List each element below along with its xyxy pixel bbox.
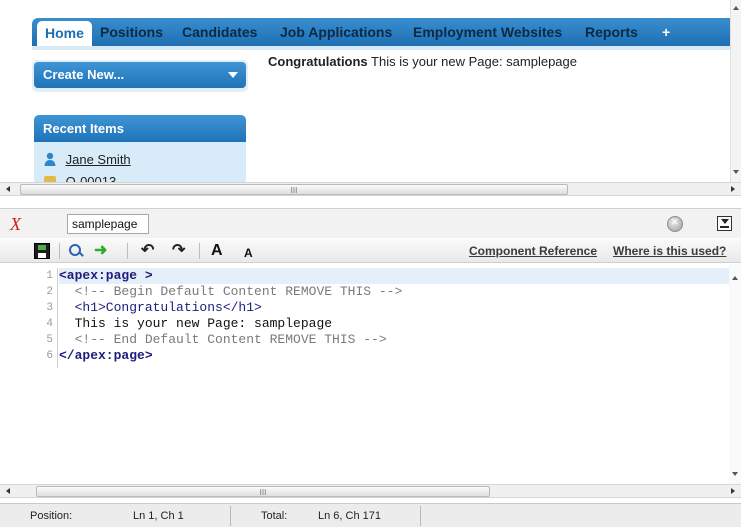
editor-toolbar: ➜ ↶ ↷ A A Component Reference Where is t… (0, 239, 741, 263)
recent-items-title: Recent Items (43, 121, 124, 136)
preview-vertical-scrollbar[interactable] (730, 0, 741, 182)
total-value: Ln 6, Ch 171 (318, 510, 381, 522)
recent-items-panel: Jane Smith O-00013 (34, 142, 246, 182)
search-icon[interactable] (68, 243, 84, 259)
create-new-dropdown[interactable]: Create New... (34, 62, 246, 88)
scroll-right-arrow-icon[interactable] (731, 186, 735, 192)
position-value: Ln 1, Ch 1 (133, 510, 184, 522)
code-line[interactable]: This is your new Page: samplepage (59, 316, 729, 332)
scroll-up-arrow-icon[interactable] (733, 6, 739, 10)
position-label: Position: (30, 510, 73, 522)
tab-job-applications[interactable]: Job Applications (280, 18, 392, 46)
line-number: 3 (46, 302, 53, 314)
increase-font-button[interactable]: A (211, 242, 223, 260)
line-number: 6 (46, 350, 53, 362)
congrats-text: This is your new Page: samplepage (367, 54, 577, 69)
scroll-left-arrow-icon[interactable] (6, 186, 10, 192)
scroll-up-arrow-icon[interactable] (732, 276, 738, 280)
tab-candidates[interactable]: Candidates (182, 18, 257, 46)
where-used-link[interactable]: Where is this used? (613, 244, 726, 258)
preview-viewport: Home Positions Candidates Job Applicatio… (22, 0, 730, 182)
code-line[interactable]: <h1>Congratulations</h1> (59, 300, 729, 316)
tab-bar-underline (32, 46, 730, 50)
line-number: 2 (46, 286, 53, 298)
tab-positions[interactable]: Positions (100, 18, 163, 46)
page-name-field[interactable]: samplepage (67, 214, 149, 234)
person-icon (44, 152, 56, 166)
go-to-line-icon[interactable]: ➜ (94, 243, 110, 259)
recent-item-label[interactable]: Jane Smith (66, 152, 131, 167)
recent-item[interactable]: Jane Smith (44, 150, 131, 168)
code-scroll-thumb[interactable]: III (36, 486, 490, 497)
scroll-left-arrow-icon[interactable] (6, 488, 10, 494)
preview-scroll-thumb[interactable]: III (20, 184, 568, 195)
scroll-down-arrow-icon[interactable] (733, 170, 739, 174)
line-number: 1 (46, 270, 53, 282)
code-line[interactable]: </apex:page> (59, 348, 729, 364)
editor-header: X samplepage (0, 208, 741, 238)
line-number-gutter: 1 2 3 4 5 6 (0, 268, 57, 364)
save-icon[interactable] (34, 243, 50, 259)
tab-employment-websites[interactable]: Employment Websites (413, 18, 562, 46)
help-icon[interactable] (667, 214, 683, 232)
scroll-right-arrow-icon[interactable] (731, 488, 735, 494)
decrease-font-button[interactable]: A (244, 246, 253, 260)
line-number: 4 (46, 318, 53, 330)
status-divider (230, 506, 231, 526)
preview-horizontal-scrollbar[interactable]: III (0, 182, 741, 196)
tab-reports[interactable]: Reports (585, 18, 638, 46)
line-number: 5 (46, 334, 53, 346)
code-editor[interactable]: 1 2 3 4 5 6 <apex:page > <!-- Begin Defa… (0, 264, 741, 484)
recent-item-label[interactable]: O-00013 (66, 174, 117, 182)
total-label: Total: (261, 510, 288, 522)
toolbar-divider (127, 243, 128, 259)
component-reference-link[interactable]: Component Reference (469, 244, 597, 258)
app-tab-bar: Home Positions Candidates Job Applicatio… (32, 18, 730, 46)
page-content-heading: Congratulations This is your new Page: s… (268, 54, 577, 69)
recent-items-header: Recent Items (34, 115, 246, 142)
recent-item[interactable]: O-00013 (44, 173, 116, 182)
code-line[interactable]: <apex:page > (59, 268, 729, 284)
gutter-divider (57, 268, 58, 368)
scroll-grip: III (259, 488, 267, 497)
tab-add-plus[interactable]: + (662, 18, 670, 46)
code-line[interactable]: <!-- Begin Default Content REMOVE THIS -… (59, 284, 729, 300)
create-new-label: Create New... (43, 67, 125, 82)
close-symbol: X (10, 214, 21, 234)
status-bar: Position: Ln 1, Ch 1 Total: Ln 6, Ch 171 (0, 503, 741, 527)
scroll-grip: III (290, 186, 298, 195)
code-line[interactable]: <!-- End Default Content REMOVE THIS --> (59, 332, 729, 348)
close-editor-icon[interactable]: X (10, 214, 21, 235)
code-vertical-scrollbar[interactable] (729, 264, 741, 484)
status-divider (420, 506, 421, 526)
undo-icon[interactable]: ↶ (141, 243, 157, 259)
toolbar-divider (59, 243, 60, 259)
chevron-down-icon (228, 72, 238, 78)
code-horizontal-scrollbar[interactable]: III (0, 484, 741, 498)
tab-home[interactable]: Home (37, 21, 92, 46)
code-lines[interactable]: <apex:page > <!-- Begin Default Content … (59, 268, 729, 364)
page-preview-pane: Home Positions Candidates Job Applicatio… (0, 0, 741, 200)
toolbar-divider (199, 243, 200, 259)
redo-icon[interactable]: ↷ (172, 243, 188, 259)
download-icon[interactable] (717, 216, 732, 231)
scroll-down-arrow-icon[interactable] (732, 472, 738, 476)
congrats-bold: Congratulations (268, 54, 368, 69)
